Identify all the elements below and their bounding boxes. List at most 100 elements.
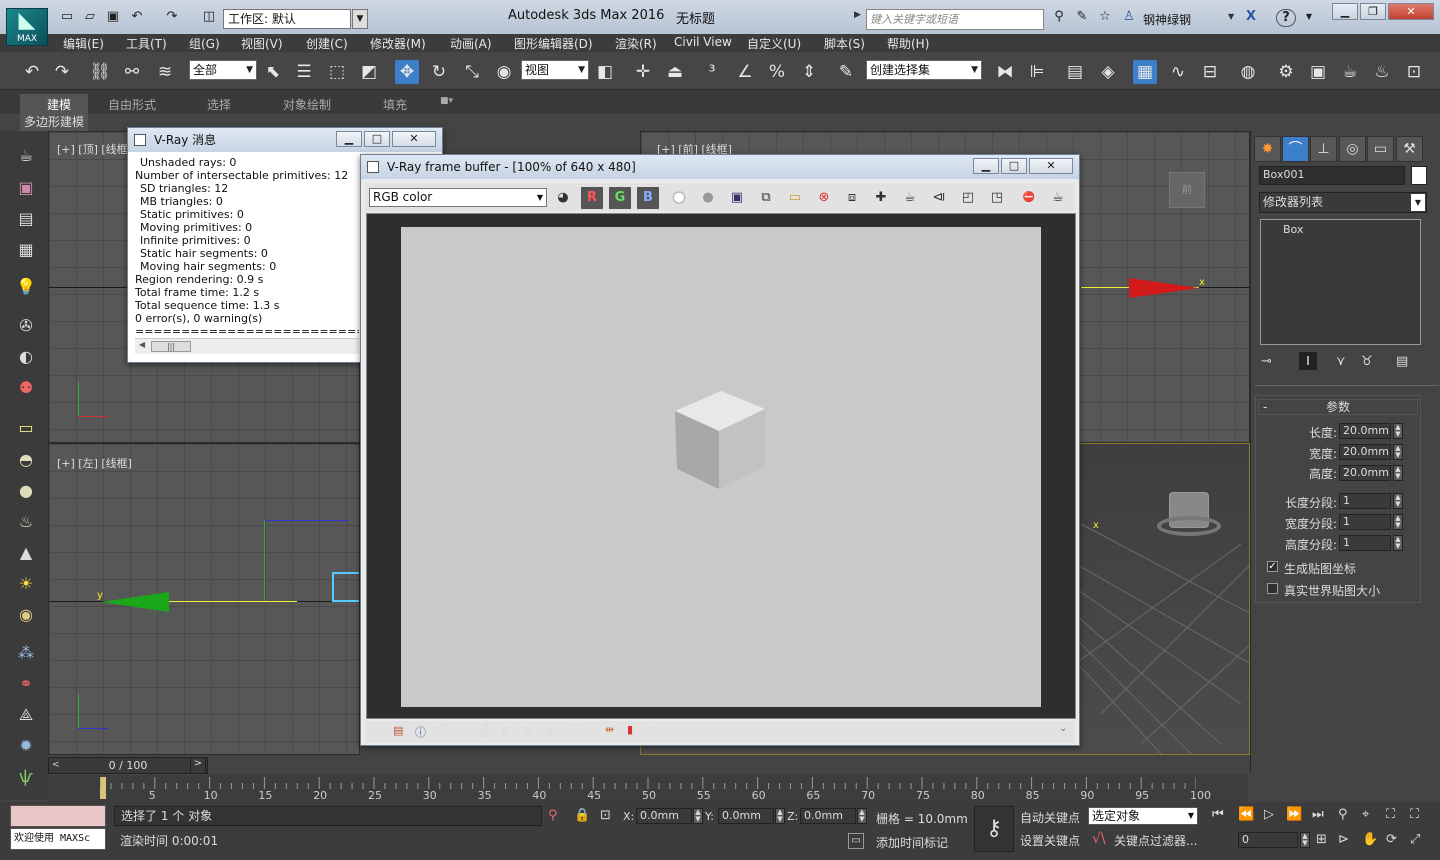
new-file-icon[interactable]: ▭ [58, 9, 76, 25]
blue-channel-button[interactable]: B [637, 187, 659, 209]
corrections-icon[interactable]: ▤ [393, 724, 403, 737]
tab-selection[interactable]: 选择 [207, 96, 231, 113]
lut-icon[interactable]: LUT [563, 724, 580, 734]
zoom-icon[interactable]: ⚲ [1338, 807, 1348, 822]
undo-icon[interactable]: ↶ [20, 60, 44, 84]
color-wheel-icon[interactable]: ◕ [552, 187, 574, 209]
minimize-button[interactable]: ▁ [1332, 3, 1358, 20]
tab-object-paint[interactable]: 对象绘制 [283, 96, 331, 113]
load-image-icon[interactable]: ▭ [784, 187, 806, 209]
menu-group[interactable]: 组(G) [189, 35, 220, 52]
show-end-result-icon[interactable]: Ⅰ [1299, 352, 1317, 370]
menu-customize[interactable]: 自定义(U) [747, 35, 801, 52]
bind-space-warp-icon[interactable]: ≋ [153, 60, 177, 84]
list-icon[interactable]: ▤ [12, 206, 40, 232]
edit-named-selection-icon[interactable]: ✎ [834, 60, 858, 84]
frame-buffer-minimize-button[interactable]: ▁ [973, 158, 999, 174]
select-rotate-icon[interactable]: ↻ [427, 60, 451, 84]
viewport-left[interactable]: [+] [左] [线框] y [48, 443, 360, 755]
particles-icon[interactable]: ⁂ [12, 640, 40, 666]
restore-button[interactable]: ❐ [1360, 3, 1386, 20]
menu-rendering[interactable]: 渲染(R) [615, 35, 657, 52]
previous-key-icon[interactable]: ⏪ [1238, 807, 1254, 822]
subscription-icon[interactable]: ✎ [1073, 9, 1091, 25]
viewport-label-left[interactable]: [+] [左] [线框] [57, 455, 132, 471]
movie-camera-icon[interactable]: ⚉ [12, 375, 40, 401]
absolute-mode-icon[interactable]: ⊡ [600, 808, 611, 823]
redo-icon[interactable]: ↷ [163, 9, 181, 25]
rendered-frame-window-icon[interactable]: ▣ [1306, 60, 1330, 84]
angle-snap-icon[interactable]: ∠ [733, 60, 757, 84]
frame-buffer-close-button[interactable]: ✕ [1029, 158, 1073, 174]
align-icon[interactable]: ⊫ [1025, 60, 1049, 84]
menu-views[interactable]: 视图(V) [241, 35, 283, 52]
go-to-end-icon[interactable]: ⏭ [1312, 807, 1324, 822]
ribbon-options-icon[interactable]: ■▾ [440, 96, 453, 106]
selection-filter-dropdown[interactable]: 全部 [189, 60, 257, 80]
render-frame-icon[interactable]: ▣ [12, 175, 40, 201]
plane-icon[interactable]: ▭ [12, 415, 40, 441]
width-input[interactable]: 20.0mm [1339, 444, 1391, 460]
z-coord-spinner[interactable]: ▲ ▼ [857, 808, 867, 824]
vray-messages-maximize-button[interactable]: □ [364, 131, 390, 147]
select-move-icon[interactable]: ✥ [395, 60, 419, 84]
length-spinner[interactable]: ▲ ▼ [1393, 423, 1403, 439]
select-manipulate-icon[interactable]: ✛ [631, 60, 655, 84]
search-expand-icon[interactable]: ▶ [854, 10, 861, 20]
motion-tab-icon[interactable]: ◎ [1339, 136, 1366, 162]
menu-civil-view[interactable]: Civil View [674, 35, 732, 49]
save-image-icon[interactable]: ▣ [726, 187, 748, 209]
binoculars-icon[interactable]: ⚲ [1050, 9, 1068, 25]
real-world-map-size-checkbox[interactable] [1267, 583, 1278, 594]
remove-modifier-icon[interactable]: ♉ [1361, 354, 1373, 369]
height-segs-input[interactable]: 1 [1339, 535, 1391, 551]
hierarchy-tab-icon[interactable]: ⊥ [1310, 136, 1337, 162]
light-bulb-icon[interactable]: 💡 [12, 274, 40, 300]
open-file-icon[interactable]: ▱ [81, 9, 99, 25]
maximize-viewport-icon[interactable]: ⤢ [1410, 832, 1420, 847]
exposure-icon[interactable]: ◢ [543, 724, 551, 737]
keyboard-shortcut-override-icon[interactable]: ⏏ [663, 60, 687, 84]
green-channel-button[interactable]: G [609, 187, 631, 209]
workspace-dropdown[interactable]: 工作区: 默认 [223, 9, 351, 29]
pivot-center-icon[interactable]: ◧ [593, 60, 617, 84]
menu-modifiers[interactable]: 修改器(M) [370, 35, 426, 52]
info-icon[interactable]: ⓘ [415, 724, 426, 740]
width-segs-input[interactable]: 1 [1339, 514, 1391, 530]
place-icon[interactable]: ◉ [492, 60, 516, 84]
box-object-left-view[interactable] [332, 572, 359, 602]
next-frame-arrow-icon[interactable]: > [190, 757, 206, 774]
help-dropdown-arrow[interactable]: ▼ [1300, 9, 1318, 25]
track-mouse-icon[interactable]: ✚ [870, 187, 892, 209]
add-time-tag-button[interactable]: 添加时间标记 [876, 834, 948, 851]
make-unique-icon[interactable]: ⋎ [1336, 354, 1346, 369]
track-bar[interactable]: 5 10 15 20 25 30 35 40 45 50 55 60 65 70 75 80 85 90 95 100 [48, 775, 1248, 802]
layer-manager-icon[interactable]: ◈ [1096, 60, 1120, 84]
set-key-mode-button[interactable]: 设置关键点 [1020, 832, 1080, 849]
search-input[interactable]: 键入关键字或短语 [866, 9, 1044, 30]
maxscript-mini-listener[interactable]: 欢迎使用 MAXSc [10, 828, 106, 850]
mirror-icon[interactable]: ⧓ [993, 60, 1017, 84]
height-input[interactable]: 20.0mm [1339, 465, 1391, 481]
spinner-snap-icon[interactable]: ⇕ [797, 60, 821, 84]
sphere-half-icon[interactable]: ◐ [12, 344, 40, 370]
next-key-icon[interactable]: ⏩ [1286, 807, 1302, 822]
pin-stack-icon[interactable]: ⊸ [1261, 354, 1272, 369]
width-spinner[interactable]: ▲ ▼ [1393, 444, 1403, 460]
save-all-icon[interactable]: ⧉ [755, 187, 777, 209]
snaps-toggle-icon[interactable]: ³ [700, 60, 724, 84]
red-channel-button[interactable]: R [581, 187, 603, 209]
monochrome-icon[interactable]: ● [697, 187, 719, 209]
duplicate-to-mfb-icon[interactable]: ⧈ [841, 187, 863, 209]
prev-frame-arrow-icon[interactable]: < [52, 758, 60, 773]
menu-graph-editors[interactable]: 图形编辑器(D) [514, 35, 593, 52]
color-channel-dropdown[interactable]: RGB color ▼ [369, 188, 547, 207]
key-filters-button[interactable]: 关键点过滤器... [1114, 832, 1197, 849]
user-dropdown-arrow[interactable]: ▼ [1228, 12, 1234, 21]
key-selection-dropdown[interactable]: 选定对象 ▼ [1088, 807, 1198, 825]
x-coord-input[interactable]: 0.0mm [636, 808, 692, 824]
link-icon[interactable]: ⛓ [88, 60, 112, 84]
compare-icon[interactable]: ⧏ [928, 187, 950, 209]
help-icon[interactable]: ? [1276, 9, 1296, 27]
teapot-icon[interactable]: ☕ [12, 143, 40, 169]
